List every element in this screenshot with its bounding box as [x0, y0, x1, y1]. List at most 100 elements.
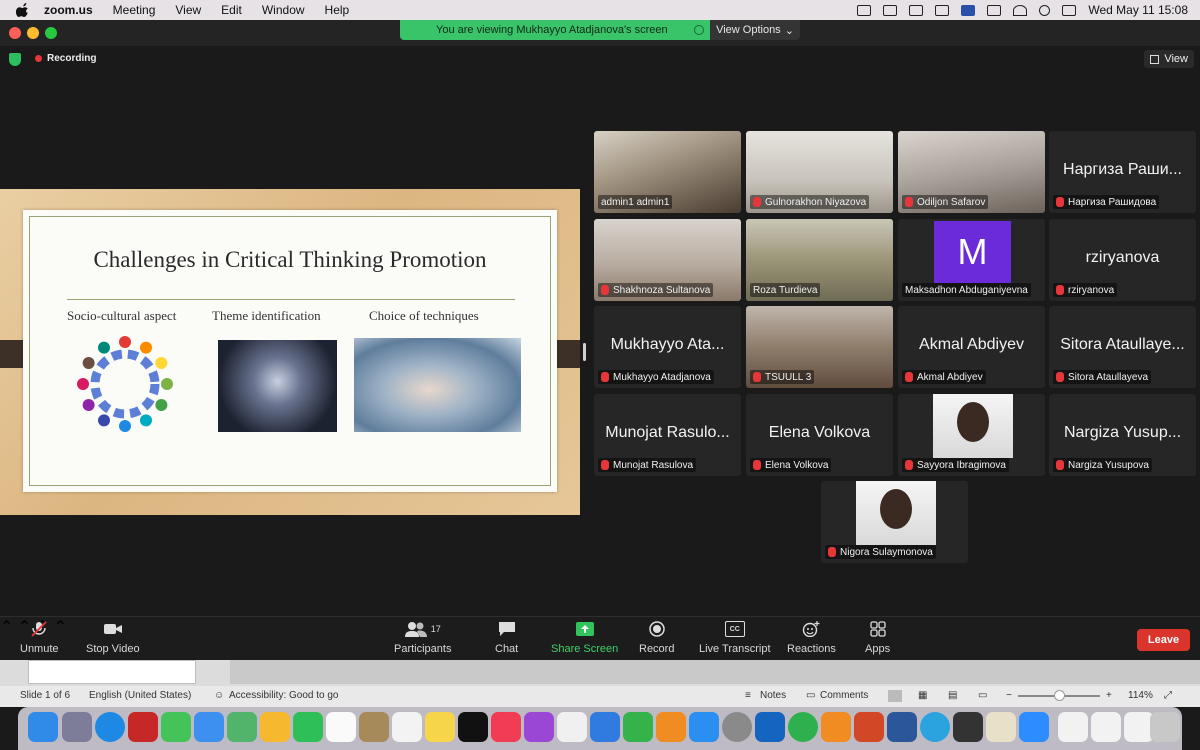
battery-icon[interactable] — [987, 4, 1002, 16]
panel-splitter-handle[interactable] — [583, 343, 586, 361]
vpn-icon[interactable] — [909, 4, 924, 16]
slide-thumbnail[interactable] — [28, 660, 196, 684]
zoom-status-icon[interactable] — [857, 4, 872, 16]
zoom-out-icon[interactable]: − — [1006, 690, 1012, 701]
participant-tile[interactable]: Akmal Abdiyev Akmal Abdiyev — [898, 306, 1045, 388]
safari-icon[interactable] — [95, 712, 125, 742]
fullscreen-window-button[interactable] — [45, 27, 57, 39]
menu-meeting[interactable]: Meeting — [113, 3, 156, 17]
slide-sorter-icon[interactable]: ▦ — [918, 690, 927, 701]
participant-tile[interactable]: Shakhnoza Sultanova — [594, 219, 741, 301]
system-preferences-icon[interactable] — [722, 712, 752, 742]
normal-view-icon[interactable] — [888, 690, 902, 702]
menu-view[interactable]: View — [175, 3, 201, 17]
slideshow-icon[interactable]: ▭ — [978, 690, 987, 701]
zoom-in-icon[interactable]: + — [1106, 690, 1112, 701]
language-indicator[interactable]: English (United States) — [89, 690, 191, 701]
participant-tile[interactable]: rziryanova rziryanova — [1049, 219, 1196, 301]
messages-icon[interactable] — [161, 712, 191, 742]
participant-tile[interactable]: Sayyora Ibragimova — [898, 394, 1045, 476]
live-transcript-button[interactable]: CC Live Transcript — [699, 621, 771, 655]
stop-video-button[interactable]: Stop Video — [86, 621, 140, 655]
reactions-button[interactable]: Reactions — [787, 621, 836, 655]
recent-document-icon-2[interactable] — [1091, 712, 1121, 742]
close-window-button[interactable] — [9, 27, 21, 39]
participants-button[interactable]: 17 Participants — [394, 621, 451, 655]
books-icon[interactable] — [821, 712, 851, 742]
contacts-icon[interactable] — [359, 712, 389, 742]
music-icon[interactable] — [491, 712, 521, 742]
keynote-icon[interactable] — [590, 712, 620, 742]
control-center-icon[interactable] — [1062, 4, 1077, 16]
display-icon[interactable] — [935, 4, 950, 16]
search-icon[interactable] — [1039, 4, 1051, 16]
photo-booth-icon[interactable] — [953, 712, 983, 742]
menu-help[interactable]: Help — [325, 3, 350, 17]
fit-slide-icon[interactable]: ⤢ — [1164, 690, 1172, 701]
participant-tile[interactable]: Munojat Rasulo... Munojat Rasulova — [594, 394, 741, 476]
security-shield-icon[interactable] — [9, 53, 21, 66]
pages-icon[interactable] — [656, 712, 686, 742]
recording-indicator[interactable]: Recording — [35, 53, 96, 64]
apple-tv-icon[interactable] — [458, 712, 488, 742]
apps-button[interactable]: Apps — [865, 621, 890, 655]
calendar-icon[interactable] — [326, 712, 356, 742]
comments-button[interactable]: Comments — [820, 690, 868, 701]
zoom-slider-handle[interactable] — [1054, 690, 1065, 701]
word-icon[interactable] — [887, 712, 917, 742]
news-icon[interactable] — [557, 712, 587, 742]
participant-tile[interactable]: M Maksadhon Abduganiyevna — [898, 219, 1045, 301]
participant-tile[interactable]: Roza Turdieva — [746, 219, 893, 301]
menu-app-name[interactable]: zoom.us — [44, 3, 93, 17]
participant-tile[interactable]: Mukhayyo Ata... Mukhayyo Atadjanova — [594, 306, 741, 388]
wifi-icon[interactable] — [1013, 4, 1028, 16]
audio-options-caret-icon[interactable]: ⌃ — [0, 619, 13, 636]
chat-button[interactable]: Chat — [495, 621, 518, 655]
notes-app-icon[interactable] — [425, 712, 455, 742]
preview-icon[interactable] — [986, 712, 1016, 742]
flag-icon[interactable] — [961, 4, 976, 16]
podcasts-icon[interactable] — [524, 712, 554, 742]
menubar-clock[interactable]: Wed May 11 15:08 — [1088, 3, 1188, 17]
share-screen-button[interactable]: Share Screen — [551, 621, 618, 655]
whatsapp-icon[interactable] — [788, 712, 818, 742]
record-button[interactable]: Record — [639, 621, 674, 655]
recent-document-icon[interactable] — [1058, 712, 1088, 742]
participant-tile[interactable]: Elena Volkova Elena Volkova — [746, 394, 893, 476]
accessibility-status[interactable]: Accessibility: Good to go — [229, 690, 339, 701]
zoom-level[interactable]: 114% — [1128, 690, 1153, 701]
participant-tile[interactable]: Наргиза Раши... Наргиза Рашидова — [1049, 131, 1196, 213]
participant-tile[interactable]: TSUULL 3 — [746, 306, 893, 388]
view-options-button[interactable]: View Options ⌄ — [710, 20, 800, 40]
finder-icon[interactable] — [28, 712, 58, 742]
telegram-icon[interactable] — [920, 712, 950, 742]
apple-icon[interactable] — [16, 3, 30, 17]
view-button[interactable]: View — [1144, 50, 1194, 68]
reminders-icon[interactable] — [392, 712, 422, 742]
photos-icon[interactable] — [260, 712, 290, 742]
participant-tile[interactable]: Sitora Ataullaye... Sitora Ataullayeva — [1049, 306, 1196, 388]
minimize-window-button[interactable] — [27, 27, 39, 39]
maps-icon[interactable] — [227, 712, 257, 742]
powerpoint-icon[interactable] — [854, 712, 884, 742]
unmute-button[interactable]: Unmute — [20, 621, 59, 655]
outlook-icon[interactable] — [755, 712, 785, 742]
facetime-icon[interactable] — [293, 712, 323, 742]
participant-tile[interactable]: Nargiza Yusup... Nargiza Yusupova — [1049, 394, 1196, 476]
slide-editing-area[interactable] — [230, 660, 1200, 684]
participant-tile[interactable]: Nigora Sulaymonova — [821, 481, 968, 563]
launchpad-icon[interactable] — [62, 712, 92, 742]
app-store-icon[interactable] — [689, 712, 719, 742]
notes-button[interactable]: Notes — [760, 690, 786, 701]
acrobat-icon[interactable] — [128, 712, 158, 742]
numbers-icon[interactable] — [623, 712, 653, 742]
reading-view-icon[interactable]: ▤ — [948, 690, 957, 701]
shared-screen[interactable]: Challenges in Critical Thinking Promotio… — [0, 189, 580, 515]
mail-icon[interactable] — [194, 712, 224, 742]
leave-button[interactable]: Leave — [1137, 629, 1190, 651]
participant-tile[interactable]: Odiljon Safarov — [898, 131, 1045, 213]
notification-icon[interactable] — [883, 4, 898, 16]
zoom-app-icon[interactable] — [1019, 712, 1049, 742]
participant-tile[interactable]: Gulnorakhon Niyazova — [746, 131, 893, 213]
participant-tile[interactable]: admin1 admin1 — [594, 131, 741, 213]
